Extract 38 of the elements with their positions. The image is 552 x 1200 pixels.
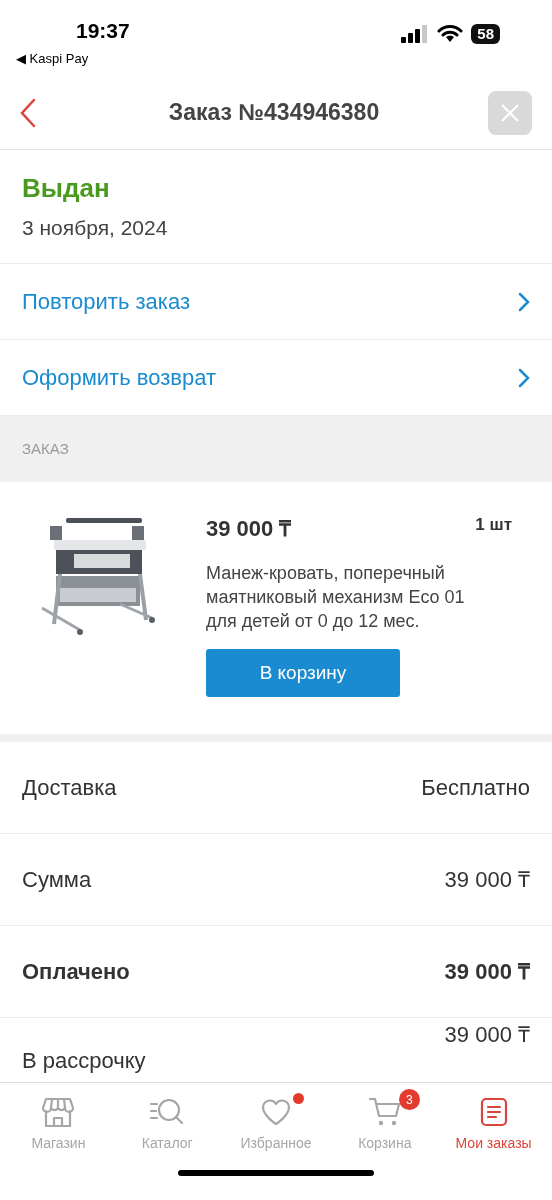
status-time: 19:37 bbox=[76, 20, 130, 41]
summary-value: 39 000 ₸ bbox=[444, 1022, 530, 1048]
tab-bar-item[interactable]: Избранное bbox=[221, 1087, 331, 1154]
product-price: 39 000 ₸ bbox=[206, 515, 292, 543]
wifi-icon bbox=[437, 25, 464, 43]
action-label: Повторить заказ bbox=[22, 288, 190, 316]
summary-label: В рассрочку bbox=[22, 1048, 147, 1074]
store-icon bbox=[41, 1096, 76, 1128]
signal-icon bbox=[401, 25, 430, 43]
cart-count-badge: 3 bbox=[398, 1089, 420, 1110]
back-to-app-link[interactable]: ◀ Kaspi Pay bbox=[16, 49, 89, 69]
tab-bar-item[interactable]: Магазин bbox=[4, 1087, 113, 1154]
back-chevron-icon bbox=[20, 97, 36, 128]
product-name: Манеж-кровать, поперечный маятниковый механизм Eco 01 для детей от 0 до 12 мес. bbox=[206, 562, 466, 633]
action-label: Оформить возврат bbox=[22, 364, 216, 392]
order-status: Выдан bbox=[22, 172, 111, 206]
summary-value: Бесплатно bbox=[421, 774, 530, 802]
product-quantity: 1 шт bbox=[475, 514, 512, 536]
page-title: Заказ №434946380 bbox=[167, 98, 381, 128]
add-to-cart-button[interactable]: В корзину bbox=[206, 649, 400, 697]
summary-value: 39 000 ₸ bbox=[444, 958, 530, 986]
battery-indicator: 58 bbox=[471, 24, 500, 44]
chevron-right-icon bbox=[518, 367, 530, 388]
summary-label: Доставка bbox=[22, 774, 117, 802]
summary-label: Оплачено bbox=[22, 958, 130, 986]
summary-value: 39 000 ₸ bbox=[444, 866, 530, 894]
tab-bar-item[interactable]: 3 Корзина bbox=[330, 1087, 440, 1154]
close-icon bbox=[500, 102, 520, 123]
tab-bar-item[interactable]: Каталог bbox=[112, 1087, 222, 1154]
cart-icon bbox=[367, 1096, 402, 1128]
summary-label: Сумма bbox=[22, 866, 92, 894]
order-date: 3 ноября, 2024 bbox=[22, 215, 169, 242]
tab-bar-item[interactable]: Мои заказы bbox=[439, 1087, 548, 1154]
section-title: ЗАКАЗ bbox=[22, 438, 69, 459]
chevron-right-icon bbox=[518, 291, 530, 312]
action-row[interactable]: Повторить заказ bbox=[0, 264, 552, 340]
heart-icon bbox=[260, 1097, 292, 1127]
document-icon bbox=[478, 1096, 509, 1128]
